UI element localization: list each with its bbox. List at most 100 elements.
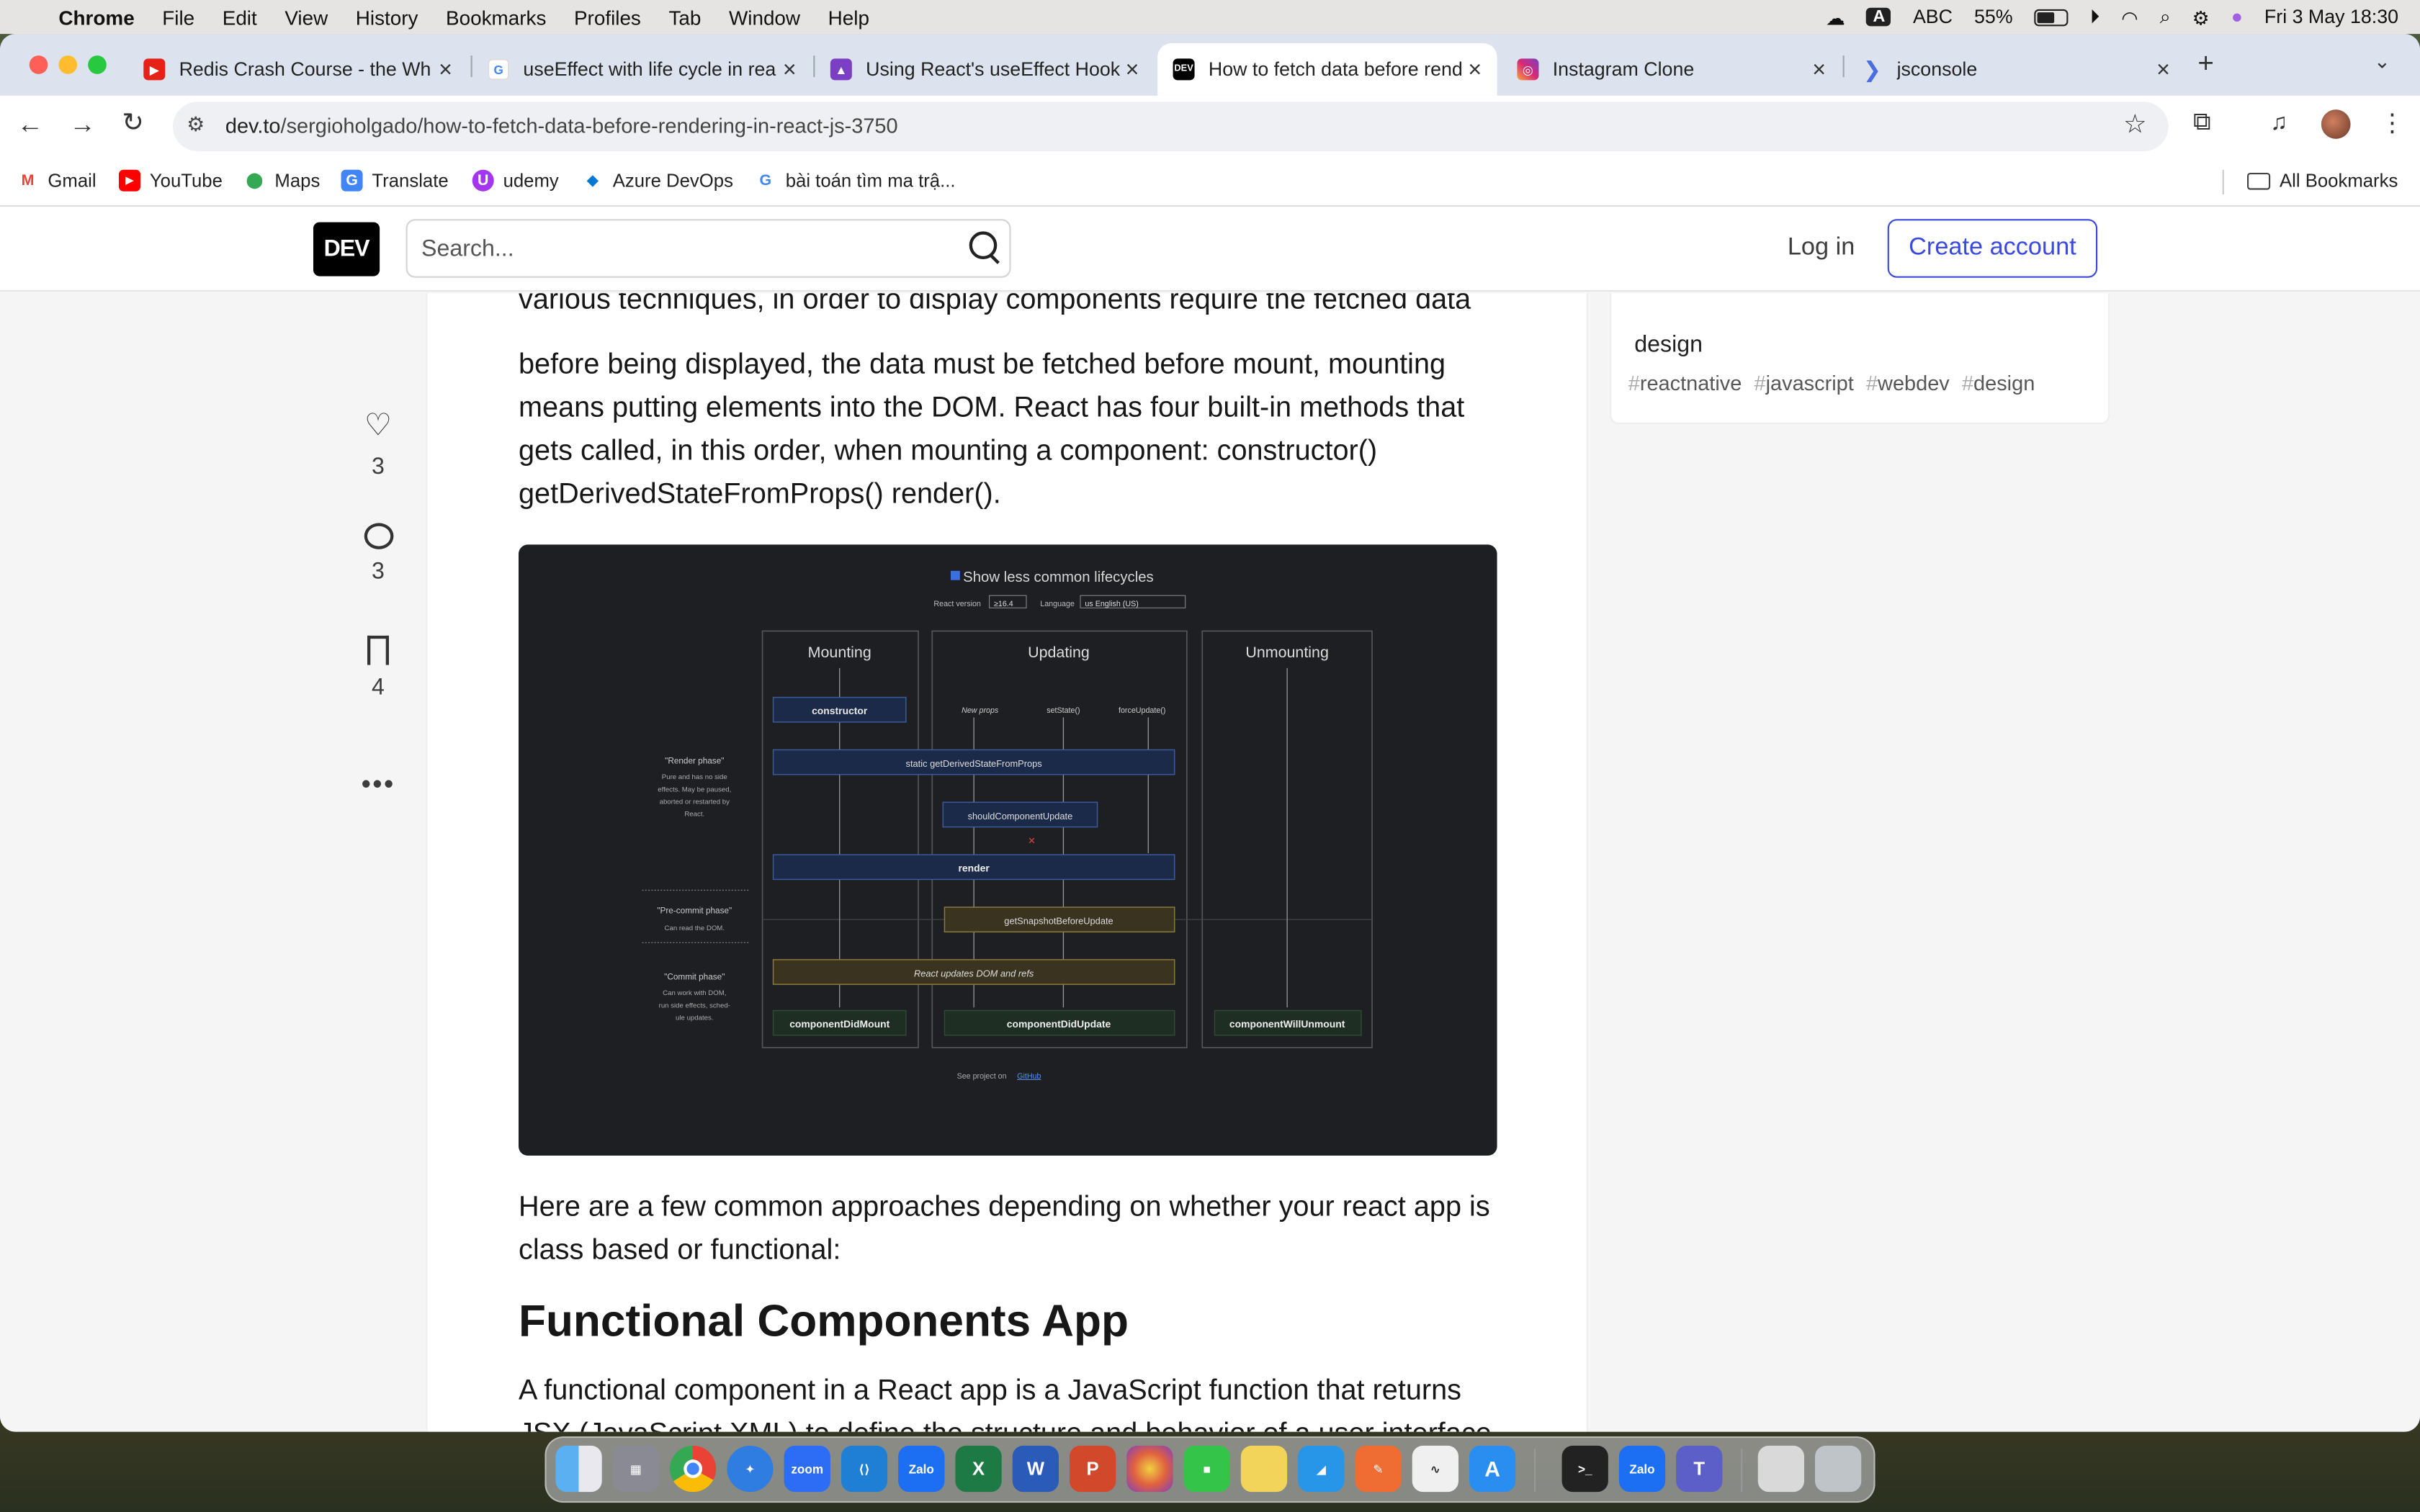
menu-history[interactable]: History (356, 6, 418, 29)
gmail-icon: M (21, 171, 35, 189)
control-center-icon[interactable]: ⚙ (2192, 6, 2210, 29)
zoom-icon[interactable]: zoom (784, 1445, 830, 1493)
tab-search-chevron-icon[interactable]: ⌄ (2374, 50, 2390, 74)
save-reaction[interactable]: 4 (355, 634, 401, 701)
menu-file[interactable]: File (162, 6, 194, 29)
tab-useeffect-lifecycle[interactable]: G useEffect with life cycle in rea × (472, 43, 812, 96)
photos-icon[interactable] (1126, 1445, 1173, 1493)
google-favicon-icon: G (488, 58, 510, 81)
create-account-button[interactable]: Create account (1887, 219, 2098, 278)
close-tab-icon[interactable]: × (1812, 56, 1826, 82)
tag-design[interactable]: #design (1962, 372, 2035, 395)
tab-how-to-fetch-data[interactable]: DEV How to fetch data before rend × (1157, 43, 1497, 96)
menu-bookmarks[interactable]: Bookmarks (446, 6, 546, 29)
notes-icon[interactable] (1240, 1445, 1288, 1493)
menu-help[interactable]: Help (828, 6, 869, 29)
battery-icon[interactable] (2034, 8, 2069, 26)
docker-icon[interactable]: ◢ (1298, 1445, 1345, 1493)
powerpoint-icon[interactable]: P (1070, 1445, 1116, 1493)
word-icon[interactable]: W (1012, 1445, 1059, 1493)
comment-bubble-icon[interactable] (363, 523, 393, 549)
input-source-icon[interactable]: A (1866, 7, 1891, 27)
vscode-icon[interactable]: ⟨⟩ (841, 1445, 888, 1493)
close-tab-icon[interactable]: × (2156, 56, 2170, 82)
tag-webdev[interactable]: #webdev (1866, 372, 1950, 395)
bookmark-star-icon[interactable]: ☆ (2123, 109, 2147, 140)
weather-icon[interactable]: ☁ (1826, 6, 1845, 29)
bookmark-azure-devops[interactable]: ◆ Azure DevOps (582, 170, 733, 192)
back-arrow-icon[interactable]: ← (17, 109, 43, 140)
tab-title: useEffect with life cycle in rea (523, 58, 776, 81)
zoom-window-button[interactable] (88, 55, 107, 74)
teams-icon[interactable]: T (1676, 1445, 1723, 1493)
finder-icon[interactable] (555, 1445, 602, 1493)
menu-profiles[interactable]: Profiles (574, 6, 641, 29)
address-bar[interactable]: ⚙ dev.to/sergioholgado/how-to-fetch-data… (173, 102, 2169, 151)
tab-redis-crash-course[interactable]: ▶ Redis Crash Course - the Wh × (128, 43, 467, 96)
site-info-icon[interactable]: ⚙ (187, 112, 205, 137)
more-options-icon[interactable]: ••• (355, 768, 401, 801)
close-tab-icon[interactable]: × (783, 56, 797, 82)
new-tab-icon[interactable]: + (2197, 48, 2214, 80)
tag-javascript[interactable]: #javascript (1754, 372, 1853, 395)
zalo-icon[interactable]: Zalo (1618, 1445, 1666, 1493)
close-window-button[interactable] (29, 55, 48, 74)
close-tab-icon[interactable]: × (1126, 56, 1139, 82)
menu-app-name[interactable]: Chrome (58, 6, 134, 29)
comment-reaction[interactable]: 3 (355, 520, 401, 585)
bookmark-google-search[interactable]: Gbài toán tìm ma trậ... (755, 170, 956, 192)
facetime-icon[interactable]: ■ (1183, 1445, 1230, 1493)
battery-percent[interactable]: 55% (1974, 6, 2013, 28)
heart-plus-icon[interactable]: ♡ (364, 406, 392, 445)
safari-icon[interactable]: ✦ (727, 1445, 774, 1493)
bookmark-maps[interactable]: ⬤ Maps (244, 170, 321, 192)
tab-instagram-clone[interactable]: ◎ Instagram Clone × (1502, 43, 1841, 96)
launchpad-icon[interactable]: ▦ (612, 1445, 659, 1493)
menu-view[interactable]: View (284, 6, 328, 29)
url-text[interactable]: dev.to/sergioholgado/how-to-fetch-data-b… (225, 114, 898, 138)
chrome-menu-icon[interactable]: ⋮ (2380, 108, 2404, 139)
menu-tab[interactable]: Tab (668, 6, 701, 29)
app-store-icon[interactable]: A (1469, 1445, 1516, 1493)
tag-reactnative[interactable]: #reactnative (1628, 372, 1742, 395)
play-icon[interactable]: ⏵ (2090, 6, 2099, 29)
close-tab-icon[interactable]: × (439, 56, 452, 82)
siri-icon[interactable]: ● (2231, 6, 2243, 28)
menubar-datetime[interactable]: Fri 3 May 18:30 (2264, 6, 2398, 28)
postman-icon[interactable]: ✎ (1355, 1445, 1402, 1493)
login-button[interactable]: Log in (1772, 219, 1870, 277)
extensions-icon[interactable]: ⧉ (2193, 109, 2211, 138)
menu-window[interactable]: Window (729, 6, 800, 29)
terminal-icon[interactable]: >_ (1561, 1445, 1608, 1493)
reload-icon[interactable]: ↻ (122, 108, 144, 139)
tab-jsconsole[interactable]: ❯ jsconsole × (1846, 43, 2185, 96)
sidebar-related-card[interactable]: design #reactnative #javascript #webdev … (1610, 293, 2110, 425)
spotlight-search-icon[interactable]: ⌕ (2160, 6, 2171, 29)
forward-arrow-icon[interactable]: → (69, 109, 95, 140)
chrome-icon[interactable] (670, 1445, 717, 1493)
excel-icon[interactable]: X (955, 1445, 1002, 1493)
trash-icon[interactable] (1815, 1445, 1862, 1493)
menu-edit[interactable]: Edit (223, 6, 257, 29)
wifi-icon[interactable]: ◠ (2121, 6, 2138, 29)
dev-logo[interactable]: DEV (313, 222, 380, 276)
search-input[interactable]: Search... (405, 219, 1011, 278)
freeform-icon[interactable]: ∿ (1412, 1445, 1458, 1493)
tab-using-react-useeffect[interactable]: ▲ Using React's useEffect Hook × (815, 43, 1154, 96)
sidebar-card-title[interactable]: design (1634, 332, 1703, 358)
minimize-window-button[interactable] (58, 55, 78, 74)
bookmark-translate[interactable]: G Translate (341, 169, 449, 192)
bookmark-icon[interactable] (367, 635, 389, 665)
all-bookmarks[interactable]: All Bookmarks (2247, 170, 2398, 192)
media-controls-icon[interactable]: ♫ (2270, 109, 2287, 135)
bookmark-gmail[interactable]: M Gmail (17, 170, 97, 192)
input-source-label[interactable]: ABC (1913, 6, 1953, 28)
close-tab-icon[interactable]: × (1468, 56, 1482, 82)
article-paragraph: A functional component in a React app is… (519, 1373, 1492, 1431)
bookmark-youtube[interactable]: ▶ YouTube (119, 169, 223, 192)
bookmark-udemy[interactable]: Uudemy (472, 169, 559, 192)
preview-documents-icon[interactable] (1757, 1445, 1804, 1493)
like-reaction[interactable]: ♡ 3 (355, 406, 401, 480)
profile-avatar[interactable] (2321, 109, 2351, 139)
zalo-icon[interactable]: Zalo (898, 1445, 945, 1493)
